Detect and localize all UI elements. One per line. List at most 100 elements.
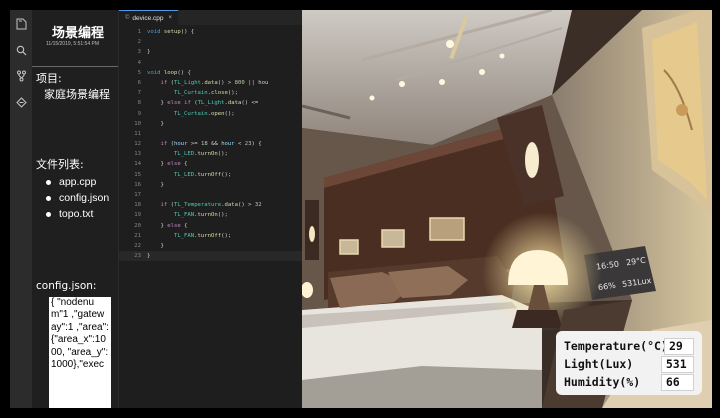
line-text: TL_FAN.turnOn(); (173, 212, 228, 219)
sensor-readout-panel: Temperature(°C) 29 Light(Lux) 531 Humidi… (556, 331, 702, 395)
line-number: 7 (137, 90, 141, 97)
line-text: if (TL_Temperature.data() > 32 (160, 202, 262, 209)
line-number: 8 (137, 100, 141, 107)
line-number: 10 (134, 120, 141, 127)
tab-bar: © device.cpp × (119, 10, 302, 25)
code-line[interactable]: 7 TL_Curtain.close(); (119, 88, 302, 98)
extensions-icon[interactable] (13, 94, 29, 110)
panel-title: 场景编程 (52, 26, 105, 41)
code-line[interactable]: 18 if (TL_Temperature.data() > 32 (119, 200, 302, 210)
line-number: 12 (134, 141, 141, 148)
config-label: config.json: (36, 280, 97, 292)
project-panel: 场景编程 11/15/2019, 5:51:54 PM 项目: 家庭场景编程 文… (32, 10, 118, 408)
sensor-value: 29 (664, 337, 694, 355)
line-text: } (147, 253, 151, 260)
file-name: topo.txt (59, 208, 94, 220)
line-number: 2 (137, 39, 141, 46)
sensor-value: 66 (660, 373, 694, 391)
tab-device-cpp[interactable]: © device.cpp × (119, 10, 179, 25)
code-line[interactable]: 13 TL_LED.turnOn(); (119, 149, 302, 159)
line-number: 23 (134, 253, 141, 260)
sensor-label: Temperature(°C) (564, 339, 668, 353)
code-line[interactable]: 6 if (TL_Light.data() > 800 || hou (119, 78, 302, 88)
code-line[interactable]: 9 TL_Curtain.open(); (119, 109, 302, 119)
code-line[interactable]: 5 void loop() { (119, 68, 302, 78)
line-text: } else if (TL_Light.data() <= (147, 100, 259, 107)
code-line[interactable]: 1 void setup() { (119, 27, 302, 37)
file-item-app-cpp[interactable]: app.cpp (46, 174, 109, 190)
sensor-value: 531 (660, 355, 694, 373)
file-list-label: 文件列表: (36, 158, 84, 171)
line-number: 21 (134, 232, 141, 239)
line-number: 5 (137, 69, 141, 76)
line-number: 1 (137, 29, 141, 35)
code-line[interactable]: 10 } (119, 119, 302, 129)
code-line[interactable]: 21 TL_FAN.turnOff(); (119, 231, 302, 241)
search-icon[interactable] (13, 42, 29, 58)
sensor-row-light: Light(Lux) 531 (564, 355, 694, 373)
code-line[interactable]: 23} (119, 251, 302, 262)
line-text: void loop() { (147, 69, 191, 76)
line-number: 19 (134, 212, 141, 219)
line-text: TL_LED.turnOn(); (173, 151, 228, 158)
bullet-icon (46, 179, 51, 185)
sensor-label: Humidity(%) (564, 375, 641, 389)
line-number: 16 (134, 181, 141, 188)
code-area[interactable]: 1 void setup() {2 3} 4 5 void loop() {6 if (T… (119, 27, 302, 262)
activity-bar (10, 10, 32, 408)
project-name[interactable]: 家庭场景编程 (44, 86, 110, 102)
line-number: 14 (134, 161, 141, 168)
files-icon[interactable] (13, 16, 29, 32)
bullet-icon (46, 195, 51, 201)
tab-label: device.cpp (132, 14, 164, 22)
config-viewer[interactable]: { "nodenum"1 ,"gateway":1 ,"area": {"are… (49, 297, 111, 408)
line-text: } else { (147, 161, 188, 168)
line-number: 11 (134, 130, 141, 137)
line-text: } (147, 242, 164, 249)
line-text: TL_Curtain.open(); (173, 110, 235, 117)
divider (32, 66, 118, 67)
line-number: 15 (134, 171, 141, 178)
file-list: app.cpp config.json topo.txt (46, 174, 109, 222)
code-line[interactable]: 11 (119, 129, 302, 139)
line-number: 9 (137, 110, 141, 117)
line-text: TL_Curtain.close(); (173, 90, 238, 97)
code-line[interactable]: 8 } else if (TL_Light.data() <= (119, 98, 302, 108)
code-line[interactable]: 14 } else { (119, 159, 302, 169)
code-line[interactable]: 19 TL_FAN.turnOn(); (119, 210, 302, 220)
code-line[interactable]: 4 (119, 58, 302, 68)
code-line[interactable]: 16 } (119, 180, 302, 190)
line-number: 22 (134, 242, 141, 249)
code-editor: © device.cpp × 1 void setup() {2 3} 4 5 void … (118, 10, 302, 408)
line-number: 6 (137, 79, 141, 86)
line-number: 3 (137, 49, 141, 56)
sensor-row-humidity: Humidity(%) 66 (564, 373, 694, 391)
line-text: } (147, 120, 164, 127)
file-item-config-json[interactable]: config.json (46, 190, 109, 206)
line-text: TL_LED.turnOff(); (173, 171, 232, 178)
line-text: } else { (147, 222, 188, 229)
bullet-icon (46, 211, 51, 217)
cpp-file-icon: © (125, 15, 130, 21)
source-control-icon[interactable] (13, 68, 29, 84)
line-text: TL_FAN.turnOff(); (173, 232, 232, 239)
line-number: 13 (134, 151, 141, 158)
project-label: 项目: (36, 72, 62, 85)
close-icon[interactable]: × (169, 15, 173, 21)
line-text: } (147, 181, 164, 188)
code-line[interactable]: 3} (119, 47, 302, 57)
code-line[interactable]: 12 if (hour >= 18 && hour < 23) { (119, 139, 302, 149)
sensor-row-temperature: Temperature(°C) 29 (564, 337, 694, 355)
code-line[interactable]: 15 TL_LED.turnOff(); (119, 170, 302, 180)
line-text: if (TL_Light.data() > 800 || hou (160, 79, 269, 86)
code-line[interactable]: 2 (119, 37, 302, 47)
file-item-topo-txt[interactable]: topo.txt (46, 206, 109, 222)
sensor-label: Light(Lux) (564, 357, 634, 371)
line-number: 20 (134, 222, 141, 229)
code-line[interactable]: 20 } else { (119, 221, 302, 231)
code-line[interactable]: 22 } (119, 241, 302, 251)
code-line[interactable]: 17 (119, 190, 302, 200)
line-text: } (147, 49, 151, 56)
line-text: void setup() { (147, 29, 195, 35)
timestamp: 11/15/2019, 5:51:54 PM (46, 41, 100, 47)
